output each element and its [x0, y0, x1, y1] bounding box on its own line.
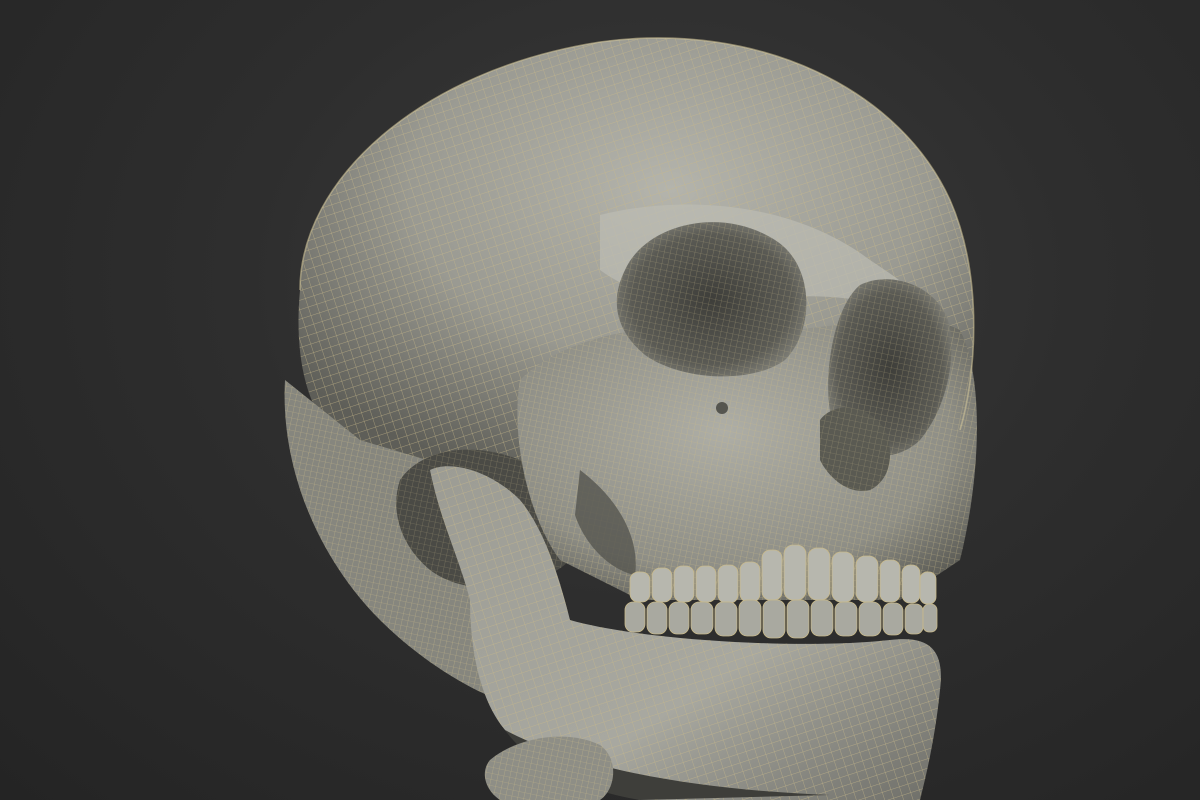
cervical-vertebra — [484, 736, 614, 800]
3d-viewport[interactable] — [0, 0, 1200, 800]
lower-teeth — [624, 599, 938, 639]
left-orbit — [616, 222, 807, 377]
foramen — [716, 402, 728, 414]
skull-mesh-icon[interactable] — [0, 0, 1200, 800]
